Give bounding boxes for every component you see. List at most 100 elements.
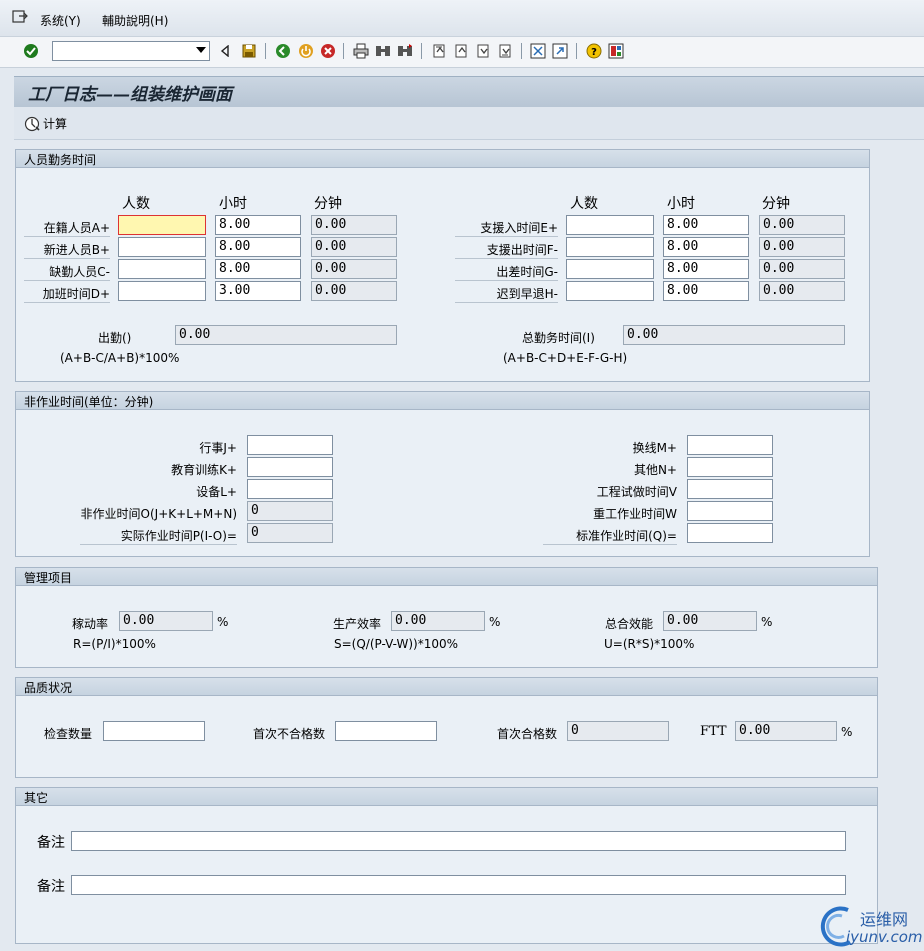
attendance-left-label: 新进人员B+ [24, 241, 110, 259]
minutes-field: 0.00 [311, 281, 397, 301]
attendance-right-label: 支援入时间E+ [455, 219, 558, 237]
count-input[interactable] [118, 215, 206, 235]
toolbar: ? [0, 37, 924, 68]
nonwork-right-label: 工程试做时间V [596, 485, 677, 499]
overall-efficiency-unit: % [761, 615, 773, 629]
hours-input[interactable]: 8.00 [663, 215, 749, 235]
cancel-icon[interactable] [319, 42, 337, 60]
back-icon[interactable] [274, 42, 292, 60]
hours-input[interactable]: 8.00 [215, 215, 301, 235]
count-input[interactable] [118, 237, 206, 257]
ftt-field: 0.00 [735, 721, 837, 741]
nonwork-left-label: 实际作业时间P(I-O)= [80, 527, 237, 545]
hours-input[interactable]: 8.00 [215, 259, 301, 279]
nonwork-right-input[interactable] [687, 457, 773, 477]
remark-input-2[interactable] [71, 875, 846, 895]
title-bar: 工厂日志——组装维护画面 [14, 76, 924, 107]
attendance-left-label: 缺勤人员C- [24, 263, 110, 281]
nonwork-right-label: 换线M+ [632, 441, 677, 455]
shortcut-icon[interactable] [551, 42, 569, 60]
nonwork-right-input[interactable] [687, 501, 773, 521]
efficiency-formula: S=(Q/(P-V-W))*100% [334, 637, 459, 651]
minutes-field: 0.00 [759, 237, 845, 257]
next-page-icon[interactable] [474, 42, 492, 60]
total-hours-field: 0.00 [623, 325, 845, 345]
first-fail-input[interactable] [335, 721, 437, 741]
print-icon[interactable] [352, 42, 370, 60]
minutes-field: 0.00 [311, 215, 397, 235]
find-next-icon[interactable] [396, 42, 414, 60]
calculate-icon [24, 116, 40, 131]
attendance-header: 人员勤务时间 [24, 153, 97, 167]
hours-input[interactable]: 8.00 [663, 259, 749, 279]
application-toolbar: 计算 [14, 107, 924, 140]
chevron-down-icon[interactable] [196, 47, 206, 53]
nonwork-right-input[interactable] [687, 479, 773, 499]
nonwork-right-label: 重工作业时间W [593, 507, 677, 521]
management-header: 管理项目 [24, 571, 73, 585]
count-input[interactable] [118, 281, 206, 301]
svg-text:?: ? [591, 47, 597, 58]
col-header-hours-right: 小时 [667, 196, 695, 212]
nonwork-left-label: 非作业时间O(J+K+L+M+N) [80, 507, 237, 521]
hours-input[interactable]: 3.00 [215, 281, 301, 301]
ftt-unit: % [841, 725, 853, 739]
command-field[interactable] [52, 41, 210, 61]
total-hours-label: 总勤务时间(I) [522, 331, 595, 345]
attendance-right-label: 支援出时间F- [455, 241, 558, 259]
overall-efficiency-field: 0.00 [663, 611, 757, 631]
inspect-qty-input[interactable] [103, 721, 205, 741]
utilization-field: 0.00 [119, 611, 213, 631]
nonwork-left-input[interactable] [247, 435, 333, 455]
hours-input[interactable]: 8.00 [663, 237, 749, 257]
previous-page-icon[interactable] [452, 42, 470, 60]
efficiency-unit: % [489, 615, 501, 629]
remark-input-1[interactable] [71, 831, 846, 851]
minutes-field: 0.00 [311, 237, 397, 257]
first-page-icon[interactable] [430, 42, 448, 60]
utilization-label: 稼动率 [72, 617, 109, 631]
layout-menu-icon[interactable] [607, 42, 625, 60]
nonwork-left-label: 设备L+ [196, 485, 237, 499]
standard-work-input[interactable] [687, 523, 773, 543]
nonwork-right-input[interactable] [687, 435, 773, 455]
nonwork-left-label: 行事J+ [199, 441, 237, 455]
count-input[interactable] [566, 215, 654, 235]
last-page-icon[interactable] [496, 42, 514, 60]
hours-input[interactable]: 8.00 [663, 281, 749, 301]
col-header-count-left: 人数 [122, 196, 150, 212]
first-fail-label: 首次不合格数 [253, 727, 326, 741]
attendance-formula: (A+B-C/A+B)*100% [60, 351, 180, 365]
help-icon[interactable]: ? [585, 42, 603, 60]
count-input[interactable] [566, 259, 654, 279]
enter-check-icon[interactable] [22, 42, 40, 60]
nonwork-header: 非作业时间(单位：分钟) [24, 395, 154, 409]
hours-input[interactable]: 8.00 [215, 237, 301, 257]
page-title: 工厂日志——组装维护画面 [28, 85, 232, 105]
collapse-left-icon[interactable] [216, 42, 234, 60]
ftt-label: FTT [700, 724, 727, 739]
utilization-unit: % [217, 615, 229, 629]
menu-system[interactable]: 系统(Y) [40, 12, 81, 29]
total-hours-formula: (A+B-C+D+E-F-G-H) [503, 351, 628, 365]
count-input[interactable] [566, 237, 654, 257]
nonwork-left-input[interactable] [247, 479, 333, 499]
col-header-hours-left: 小时 [219, 196, 247, 212]
find-icon[interactable] [374, 42, 392, 60]
menu-help[interactable]: 輔助說明(H) [102, 12, 168, 29]
new-session-icon[interactable] [529, 42, 547, 60]
nonwork-left-input[interactable] [247, 457, 333, 477]
watermark: 运维网 iyunv.com [820, 904, 924, 950]
count-input[interactable] [118, 259, 206, 279]
menu-bar: 系统(Y) 輔助說明(H) [0, 0, 924, 37]
nonwork-left-label: 教育训练K+ [171, 463, 237, 477]
save-icon[interactable] [240, 42, 258, 60]
exit-icon[interactable] [297, 42, 315, 60]
attendance-left-label: 加班时间D+ [24, 285, 110, 303]
nonwork-right-label: 其他N+ [633, 463, 677, 477]
count-input[interactable] [566, 281, 654, 301]
calculate-button[interactable]: 计算 [24, 115, 67, 132]
attendance-left-label: 在籍人员A+ [24, 219, 110, 237]
actual-work-field: 0 [247, 523, 333, 543]
menu-exit-icon[interactable] [12, 10, 28, 24]
